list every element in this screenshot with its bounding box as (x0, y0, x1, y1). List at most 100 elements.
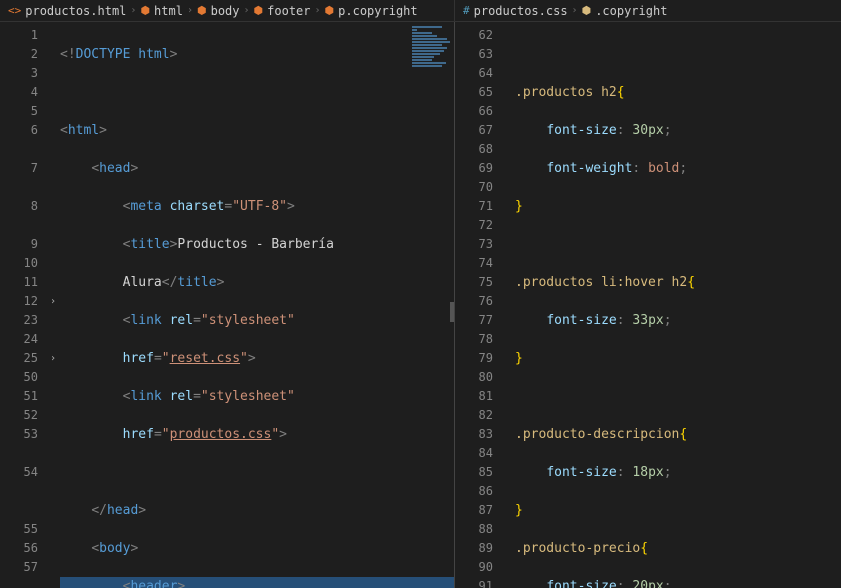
bc-seg: html (154, 4, 183, 18)
fold-icon[interactable]: › (50, 292, 56, 311)
chevron-right-icon: › (187, 5, 193, 16)
t: < (60, 123, 68, 138)
t: href (123, 427, 154, 442)
t: <! (60, 47, 76, 62)
t: : (632, 161, 640, 176)
t: { (679, 427, 687, 442)
t: : (617, 123, 625, 138)
html-file-icon: <> (8, 4, 21, 17)
editor-left-html[interactable]: 123456789101112›232425›5051525354555657 … (0, 22, 455, 588)
breadcrumb-left[interactable]: <> productos.html › ⬢ html › ⬢ body › ⬢ … (0, 0, 455, 21)
t: "UTF-8" (232, 199, 287, 214)
t: } (515, 503, 523, 518)
t: { (640, 541, 648, 556)
t: rel (170, 389, 193, 404)
t: Productos - Barbería (177, 237, 341, 252)
t: rel (170, 313, 193, 328)
t: " (162, 427, 170, 442)
bc-seg: .copyright (595, 4, 667, 18)
tag-icon: ⬢ (325, 4, 335, 17)
t: "stylesheet" (201, 313, 295, 328)
t: href (123, 351, 154, 366)
t: > (130, 161, 138, 176)
editor-right-css[interactable]: 6263646566676869707172737475767778798081… (455, 22, 841, 588)
editor-panes: 123456789101112›232425›5051525354555657 … (0, 22, 841, 588)
code-left[interactable]: <!DOCTYPE html> <html> <head> <meta char… (60, 22, 454, 588)
t: " (271, 427, 279, 442)
t: ; (664, 579, 672, 588)
tag-icon: ⬢ (254, 4, 264, 17)
gutter-right: 6263646566676869707172737475767778798081… (455, 22, 515, 588)
t: charset (170, 199, 225, 214)
css-file-icon: # (463, 4, 470, 17)
t: head (107, 503, 138, 518)
t: ; (664, 313, 672, 328)
t: </ (91, 503, 107, 518)
t: reset.css (170, 351, 240, 366)
t: > (287, 199, 295, 214)
t: bold (648, 161, 679, 176)
t: ; (664, 123, 672, 138)
t: .producto-descripcion (515, 427, 679, 442)
breadcrumb-right[interactable]: # productos.css › ⬢ .copyright (455, 0, 841, 21)
bc-file: productos.html (25, 4, 126, 18)
bc-file: productos.css (474, 4, 568, 18)
t: 20px (632, 579, 663, 588)
t: { (617, 85, 625, 100)
t: : (617, 313, 625, 328)
chevron-right-icon: › (315, 5, 321, 16)
t: </ (162, 275, 178, 290)
t: link (130, 313, 161, 328)
t: } (515, 351, 523, 366)
t: " (162, 351, 170, 366)
t: html (138, 47, 169, 62)
t: font-size (546, 579, 616, 588)
code-right[interactable]: .productos h2{ font-size: 30px; font-wei… (515, 22, 841, 588)
t: html (68, 123, 99, 138)
t: { (687, 275, 695, 290)
bc-seg: footer (267, 4, 310, 18)
t: .productos h2 (515, 85, 617, 100)
t: > (217, 275, 225, 290)
t: < (91, 161, 99, 176)
t: ; (679, 161, 687, 176)
t: font-size (546, 123, 616, 138)
bc-seg: body (211, 4, 240, 18)
tag-icon: ⬢ (197, 4, 207, 17)
t: 30px (632, 123, 663, 138)
t: Alura (123, 275, 162, 290)
t: = (193, 313, 201, 328)
t: font-size (546, 465, 616, 480)
t: "stylesheet" (201, 389, 295, 404)
t: font-size (546, 313, 616, 328)
t: > (279, 427, 287, 442)
t: : (617, 465, 625, 480)
t: < (91, 541, 99, 556)
t: meta (130, 199, 161, 214)
t: > (248, 351, 256, 366)
t: 33px (632, 313, 663, 328)
t: productos.css (170, 427, 272, 442)
bc-seg: p.copyright (338, 4, 417, 18)
t: link (130, 389, 161, 404)
t: font-weight (546, 161, 632, 176)
t: = (154, 427, 162, 442)
t: = (154, 351, 162, 366)
t: .producto-precio (515, 541, 640, 556)
t: ; (664, 465, 672, 480)
gutter-left: 123456789101112›232425›5051525354555657 (0, 22, 60, 577)
t: } (515, 199, 523, 214)
t: ... (185, 579, 208, 588)
minimap[interactable] (412, 26, 452, 68)
chevron-right-icon: › (130, 5, 136, 16)
t: body (99, 541, 130, 556)
breadcrumb-bar: <> productos.html › ⬢ html › ⬢ body › ⬢ … (0, 0, 841, 22)
t: DOCTYPE (76, 47, 131, 62)
t: title (130, 237, 169, 252)
css-rule-icon: ⬢ (582, 4, 592, 17)
chevron-right-icon: › (572, 5, 578, 16)
t: title (177, 275, 216, 290)
fold-icon[interactable]: › (50, 349, 56, 368)
t: > (99, 123, 107, 138)
tag-icon: ⬢ (140, 4, 150, 17)
